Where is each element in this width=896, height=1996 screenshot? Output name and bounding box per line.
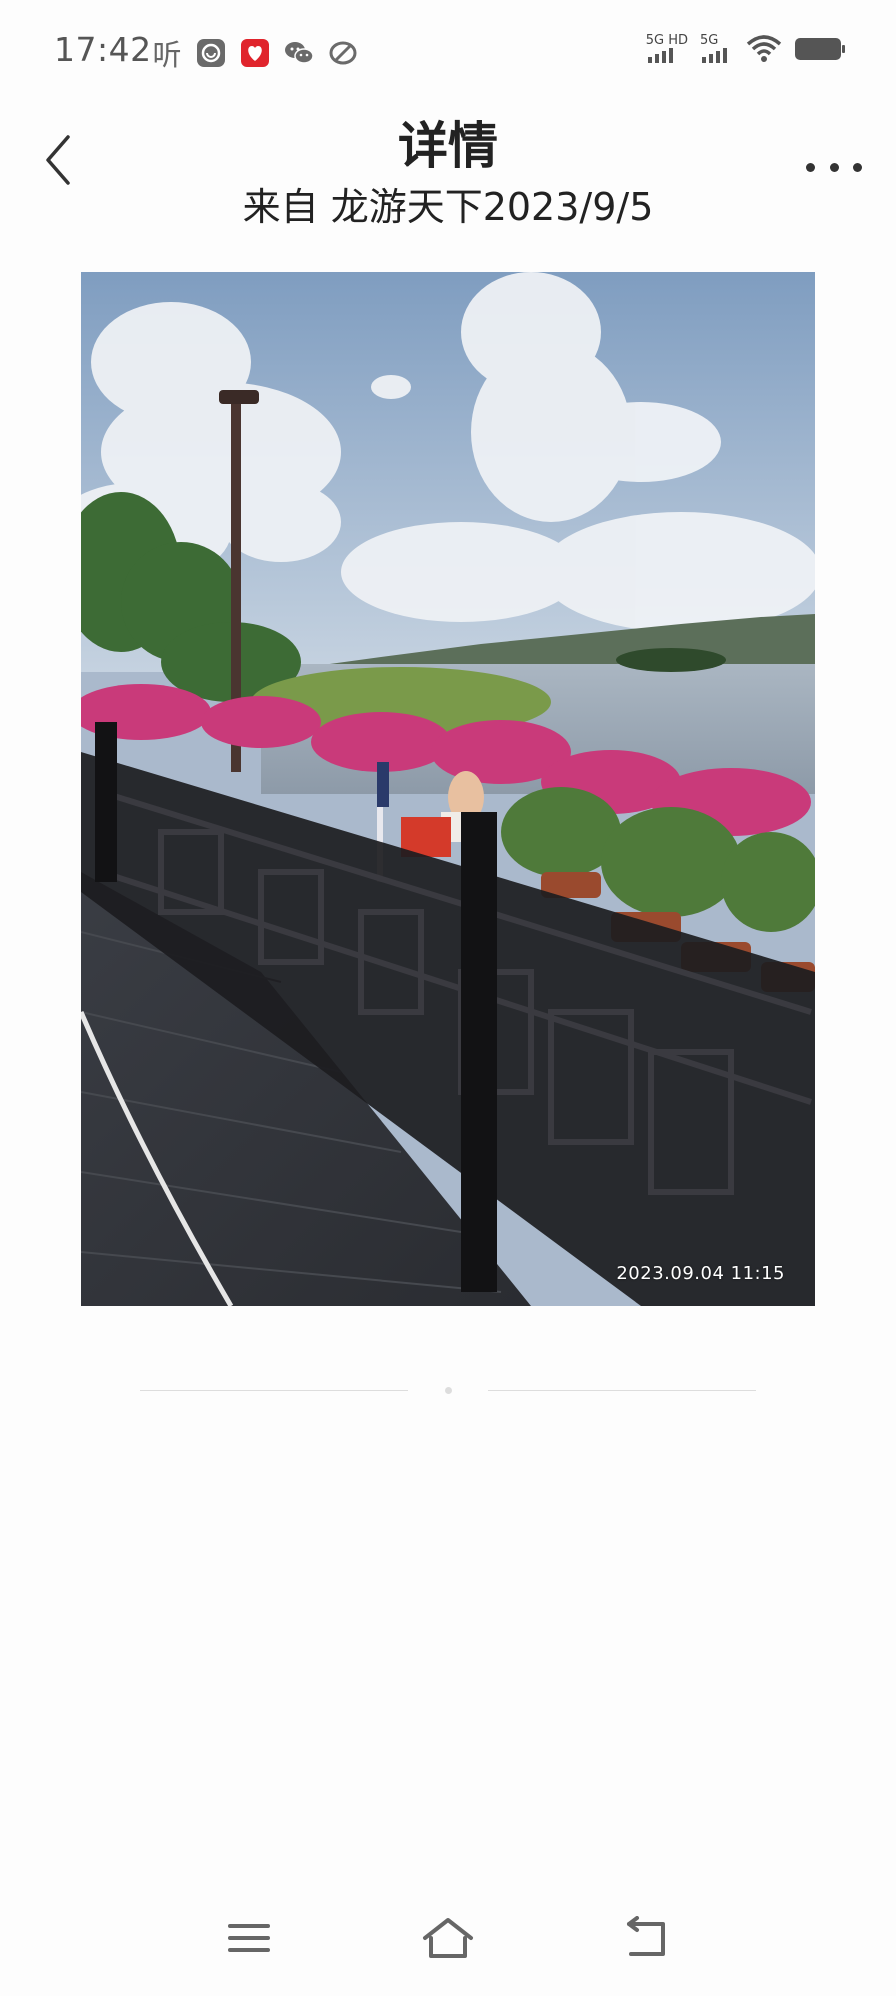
browser-icon: [194, 36, 228, 70]
page-divider: [140, 1387, 756, 1394]
page-subtitle: 来自 龙游天下2023/9/5: [242, 185, 654, 229]
divider-line-left: [140, 1390, 408, 1391]
signal-5g: 5G: [700, 33, 734, 63]
divider-dot: [445, 1387, 452, 1394]
battery-icon: [795, 38, 845, 60]
photo-image: [81, 272, 815, 1306]
love-icon: [238, 36, 272, 70]
status-bar: 17:42 听 5G HD 5G: [0, 0, 896, 106]
status-app-icons: 听: [150, 36, 360, 72]
more-dot: [829, 162, 839, 172]
back-arrow-icon: [627, 1916, 665, 1956]
home-button[interactable]: [418, 1908, 478, 1968]
more-dot: [806, 162, 815, 172]
wifi-icon: [746, 35, 782, 62]
page-title: 详情: [398, 117, 498, 175]
menu-icon: [228, 1924, 270, 1952]
network-label-2: 5G: [700, 33, 719, 48]
status-time: 17:42: [54, 30, 152, 69]
system-icons: 5G HD 5G: [646, 34, 846, 64]
more-button[interactable]: [806, 152, 862, 182]
photo-timestamp: 2023.09.04 11:15: [616, 1263, 785, 1284]
signal-bars-icon: [647, 48, 673, 63]
home-icon: [423, 1918, 473, 1958]
header: 详情 来自 龙游天下2023/9/5: [0, 100, 896, 230]
back-nav-button[interactable]: [617, 1908, 677, 1968]
menu-button[interactable]: [219, 1908, 279, 1968]
wechat-icon: [282, 36, 316, 70]
detail-photo[interactable]: 2023.09.04 11:15: [81, 272, 815, 1306]
divider-line-right: [488, 1390, 756, 1391]
network-label-1: 5G HD: [645, 33, 688, 48]
signal-bars-icon: [702, 48, 727, 63]
listen-icon: 听: [150, 36, 184, 72]
screen: 17:42 听 5G HD 5G 详情 来自 龙游天下2023/9/5 2023…: [0, 0, 896, 1996]
signal-5ghd: 5G HD: [645, 33, 688, 63]
navigation-bar: [0, 1886, 896, 1996]
more-dot: [853, 162, 862, 172]
loop-icon: [326, 36, 360, 70]
listen-label: 听: [152, 38, 182, 72]
